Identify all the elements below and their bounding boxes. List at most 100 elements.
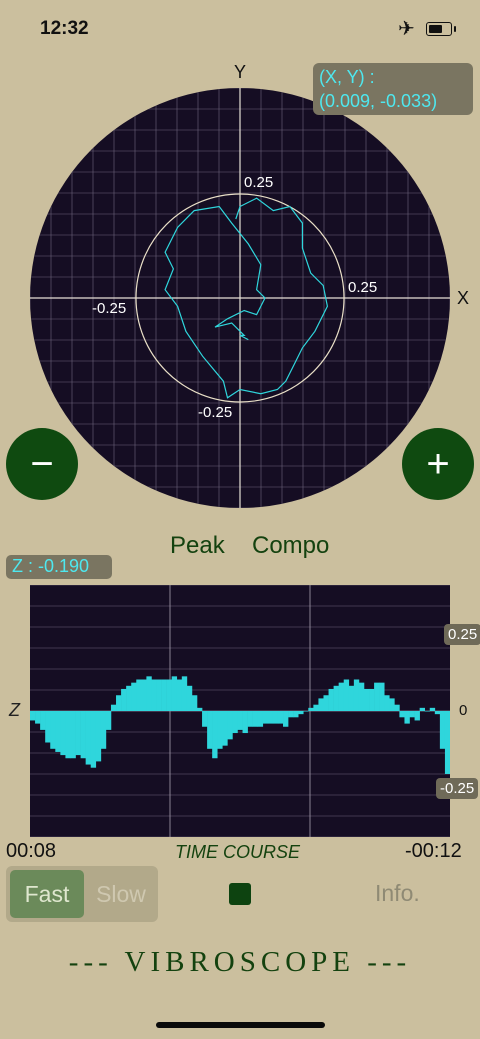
time-course-bar: [323, 695, 329, 711]
vibration-scope[interactable]: [30, 88, 450, 508]
time-course-bar: [70, 711, 76, 759]
time-course-bar: [272, 711, 279, 724]
time-course-bar: [141, 679, 147, 711]
slow-button[interactable]: Slow: [84, 870, 158, 918]
time-course-bar: [404, 711, 410, 724]
time-course-bar: [232, 711, 238, 734]
time-course-bar: [90, 711, 97, 768]
time-course-bar: [262, 711, 269, 724]
time-course-bar: [131, 682, 137, 711]
time-course-bar: [212, 711, 218, 759]
home-indicator[interactable]: [156, 1022, 325, 1028]
time-course-bar: [40, 711, 46, 730]
tick-neg: -0.25: [436, 778, 479, 799]
z-axis-label: Z: [9, 700, 20, 720]
time-course-title: TIME COURSE: [175, 842, 301, 862]
time-course-bar: [161, 679, 167, 711]
speed-toggle: Fast Slow: [6, 866, 158, 922]
time-course-bar: [45, 711, 51, 743]
time-course-bar: [353, 679, 360, 711]
time-course-bar: [146, 676, 152, 711]
time-course-bar: [100, 711, 107, 749]
time-course-bar: [222, 711, 228, 746]
time-course-bar: [277, 711, 284, 724]
time-course-bar: [242, 711, 248, 734]
time-course-bar: [439, 711, 446, 749]
peak-mode-button[interactable]: Peak: [170, 532, 225, 560]
time-course-bar: [110, 704, 117, 711]
time-course-bar: [288, 711, 294, 718]
time-course-bar: [318, 698, 324, 711]
info-button[interactable]: Info.: [375, 880, 420, 907]
label-x-neg: -0.25: [92, 300, 127, 317]
time-course-bar: [409, 711, 415, 718]
zoom-out-button[interactable]: −: [6, 428, 78, 500]
time-course-bar: [116, 695, 122, 711]
time-course-bar: [328, 688, 334, 711]
time-course-bar: [85, 711, 92, 765]
time-course-bar: [333, 685, 339, 711]
time-course-bar: [444, 711, 450, 774]
time-course-bar: [55, 711, 61, 752]
time-course-bar: [156, 679, 162, 711]
time-course-bar: [35, 711, 41, 724]
time-course-bar: [348, 685, 355, 711]
time-course-bar: [429, 707, 436, 711]
time-course-bar: [75, 711, 81, 756]
time-course-bar: [419, 707, 425, 711]
label-y-pos: 0.25: [244, 174, 274, 191]
time-course-bar: [358, 682, 365, 711]
time-course-bar: [136, 679, 142, 711]
time-course-bar: [181, 676, 188, 711]
time-course-bar: [186, 685, 193, 711]
time-course-bar: [394, 704, 400, 711]
time-course-bar: [374, 682, 380, 711]
time-course-bar: [283, 711, 289, 727]
zoom-in-button[interactable]: +: [402, 428, 474, 500]
time-course-bar: [30, 711, 36, 721]
time-course-bar: [60, 711, 66, 756]
time-course-bar: [176, 679, 183, 711]
time-course-bar: [227, 711, 233, 740]
time-course-bar: [257, 711, 264, 727]
time-course-bar: [126, 685, 132, 711]
battery-icon: [426, 22, 456, 36]
y-axis-label: Y: [234, 62, 247, 82]
airplane-icon: ✈: [398, 18, 415, 40]
time-course-bar: [247, 711, 253, 727]
time-course-bar: [293, 711, 299, 718]
time-course-bar: [252, 711, 259, 727]
time-course-bar: [389, 698, 395, 711]
time-course-bar: [171, 676, 178, 711]
fast-button[interactable]: Fast: [10, 870, 84, 918]
time-course-bar: [50, 711, 56, 749]
time-course-bar: [267, 711, 274, 724]
time-course-bar: [399, 711, 405, 718]
time-course-bar: [308, 707, 314, 711]
time-start: 00:08: [6, 840, 57, 862]
z-readout: Z : -0.190: [6, 555, 112, 579]
xy-readout-title: (X, Y) :: [319, 67, 375, 87]
status-time: 12:32: [40, 18, 89, 39]
tick-zero: 0: [459, 702, 468, 719]
time-course-bar: [343, 679, 350, 711]
compo-mode-button[interactable]: Compo: [252, 532, 329, 560]
time-course-bar: [202, 711, 208, 727]
time-course-bar: [424, 711, 431, 712]
time-end: -00:12: [405, 840, 462, 862]
time-course-bar: [95, 711, 102, 762]
time-course-chart[interactable]: [30, 585, 450, 837]
xy-readout: (X, Y) : (0.009, -0.033): [313, 63, 473, 115]
stop-button[interactable]: [229, 883, 251, 905]
label-y-neg: -0.25: [198, 404, 233, 421]
time-course-bar: [363, 688, 370, 711]
time-course-bar: [414, 711, 420, 721]
time-course-bar: [338, 682, 345, 711]
time-course-bar: [369, 688, 375, 711]
tick-pos: 0.25: [444, 624, 480, 645]
time-course-bar: [217, 711, 223, 749]
time-course-bar: [65, 711, 71, 759]
x-axis-label: X: [457, 288, 470, 308]
time-course-bar: [191, 695, 198, 711]
time-course-bar: [434, 711, 441, 715]
